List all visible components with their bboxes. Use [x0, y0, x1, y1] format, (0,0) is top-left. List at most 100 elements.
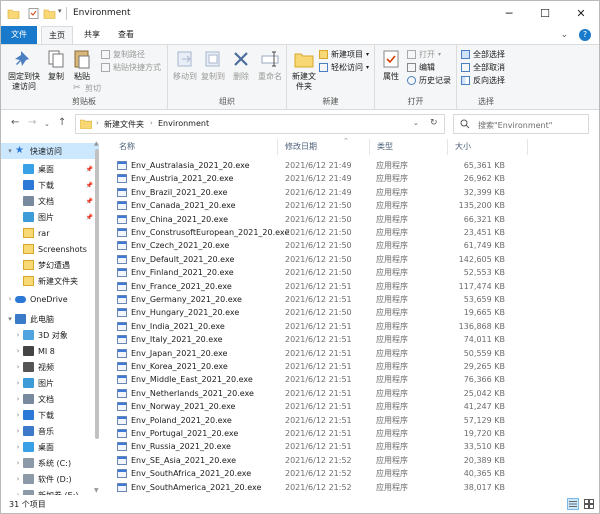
- file-row[interactable]: Env_SouthAfrica_2021_20.exe 2021/6/12 21:…: [113, 467, 589, 480]
- nav-item[interactable]: › 桌面: [1, 439, 99, 455]
- address-dropdown-icon[interactable]: ⌄: [413, 119, 419, 127]
- nav-item[interactable]: 桌面 📌: [1, 161, 99, 177]
- column-header-name[interactable]: 名称: [119, 139, 135, 155]
- file-row[interactable]: Env_Poland_2021_20.exe 2021/6/12 21:51 应用程…: [113, 414, 589, 427]
- nav-item[interactable]: › 下载: [1, 407, 99, 423]
- nav-item[interactable]: 下载 📌: [1, 177, 99, 193]
- quick-access-dropdown-icon[interactable]: ▾: [58, 7, 62, 15]
- scroll-down-icon[interactable]: ▼: [94, 487, 99, 494]
- open-button[interactable]: 打开 ▾: [407, 49, 441, 60]
- column-header-date[interactable]: 修改日期: [285, 139, 317, 155]
- nav-item[interactable]: 梦幻遭遇: [1, 257, 99, 273]
- chevron-right-icon[interactable]: ›: [13, 363, 23, 371]
- nav-item[interactable]: Screenshots: [1, 241, 99, 257]
- file-row[interactable]: Env_India_2021_20.exe 2021/6/12 21:51 应用程序…: [113, 320, 589, 333]
- file-row[interactable]: Env_ConstrusoftEuropean_2021_20.exe 2021/…: [113, 226, 589, 239]
- file-row[interactable]: Env_Finland_2021_20.exe 2021/6/12 21:50 应用…: [113, 266, 589, 279]
- move-to-button[interactable]: 移动到: [172, 48, 198, 82]
- file-row[interactable]: Env_Netherlands_2021_20.exe 2021/6/12 21:…: [113, 387, 589, 400]
- chevron-right-icon[interactable]: ›: [13, 395, 23, 403]
- nav-item[interactable]: › 软件 (D:): [1, 471, 99, 487]
- properties-button[interactable]: 属性: [379, 48, 403, 82]
- chevron-right-icon[interactable]: ›: [13, 347, 23, 355]
- chevron-right-icon[interactable]: ›: [13, 427, 23, 435]
- file-row[interactable]: Env_Canada_2021_20.exe 2021/6/12 21:50 应用程…: [113, 199, 589, 212]
- tab-view[interactable]: 查看: [111, 26, 141, 44]
- paste-shortcut-button[interactable]: 粘贴快捷方式: [101, 62, 161, 73]
- file-row[interactable]: Env_Portugal_2021_20.exe 2021/6/12 21:51 应…: [113, 427, 589, 440]
- select-none-button[interactable]: 全部取消: [461, 62, 505, 73]
- nav-item[interactable]: ▾ 此电脑: [1, 311, 99, 327]
- nav-scrollbar[interactable]: ▲ ▼: [93, 139, 101, 495]
- file-row[interactable]: Env_Korea_2021_20.exe 2021/6/12 21:51 应用程序…: [113, 360, 589, 373]
- file-row[interactable]: Env_Germany_2021_20.exe 2021/6/12 21:51 应用…: [113, 293, 589, 306]
- chevron-right-icon[interactable]: ›: [13, 475, 23, 483]
- breadcrumb-item[interactable]: Environment: [158, 119, 209, 128]
- tab-home[interactable]: 主页: [41, 26, 73, 45]
- file-row[interactable]: Env_Hungary_2021_20.exe 2021/6/12 21:50 应用…: [113, 306, 589, 319]
- cut-button[interactable]: ✂ 剪切: [73, 83, 101, 94]
- refresh-icon[interactable]: ↻: [430, 118, 438, 128]
- file-row[interactable]: Env_Default_2021_20.exe 2021/6/12 21:50 应用…: [113, 253, 589, 266]
- search-input[interactable]: 搜索"Environment": [453, 114, 589, 134]
- pin-icon[interactable]: 📌: [86, 214, 93, 221]
- chevron-right-icon[interactable]: ›: [13, 443, 23, 451]
- nav-item[interactable]: 图片 📌: [1, 209, 99, 225]
- column-header-type[interactable]: 类型: [377, 139, 393, 155]
- chevron-down-icon[interactable]: ▾: [5, 315, 15, 323]
- pin-quick-access-button[interactable]: 固定到快速访问: [5, 48, 43, 92]
- breadcrumb-item[interactable]: 新建文件夹: [104, 119, 144, 130]
- collapse-ribbon-icon[interactable]: ⌄: [561, 30, 569, 40]
- scroll-up-icon[interactable]: ▲: [94, 140, 99, 147]
- properties-quick-icon[interactable]: [27, 7, 40, 20]
- column-divider[interactable]: [277, 139, 278, 155]
- nav-item[interactable]: › 音乐: [1, 423, 99, 439]
- file-row[interactable]: Env_Norway_2021_20.exe 2021/6/12 21:51 应用程…: [113, 400, 589, 413]
- file-row[interactable]: Env_Australasia_2021_20.exe 2021/6/12 21:…: [113, 159, 589, 172]
- column-divider[interactable]: [369, 139, 370, 155]
- chevron-right-icon[interactable]: ›: [13, 379, 23, 387]
- easy-access-button[interactable]: 轻松访问 ▾: [319, 62, 369, 73]
- file-row[interactable]: Env_SouthAmerica_2021_20.exe 2021/6/12 21…: [113, 481, 589, 494]
- nav-item[interactable]: › MI 8: [1, 343, 99, 359]
- up-button[interactable]: ↑: [58, 117, 66, 128]
- select-all-button[interactable]: 全部选择: [461, 49, 505, 60]
- chevron-down-icon[interactable]: ▾: [5, 147, 15, 155]
- file-row[interactable]: Env_Czech_2021_20.exe 2021/6/12 21:50 应用程序…: [113, 239, 589, 252]
- file-row[interactable]: Env_Austria_2021_20.exe 2021/6/12 21:49 应用…: [113, 172, 589, 185]
- file-row[interactable]: Env_Middle_East_2021_20.exe 2021/6/12 21:…: [113, 373, 589, 386]
- copy-path-button[interactable]: 复制路径: [101, 49, 145, 60]
- file-row[interactable]: Env_SE_Asia_2021_20.exe 2021/6/12 21:52 应用…: [113, 454, 589, 467]
- nav-item[interactable]: › 图片: [1, 375, 99, 391]
- chevron-right-icon[interactable]: ›: [13, 331, 23, 339]
- pin-icon[interactable]: 📌: [86, 182, 93, 189]
- nav-item[interactable]: › 视频: [1, 359, 99, 375]
- nav-item[interactable]: rar: [1, 225, 99, 241]
- pin-icon[interactable]: 📌: [86, 198, 93, 205]
- maximize-button[interactable]: ☐: [527, 1, 563, 26]
- nav-item[interactable]: ▾ ★ 快速访问: [1, 143, 99, 159]
- nav-item[interactable]: › 系统 (C:): [1, 455, 99, 471]
- forward-button[interactable]: →: [28, 117, 36, 128]
- column-divider[interactable]: [527, 139, 528, 155]
- rename-button[interactable]: 重命名: [256, 48, 284, 82]
- recent-locations-button[interactable]: ⌄: [44, 120, 50, 128]
- nav-scroll-thumb[interactable]: [95, 149, 99, 439]
- close-button[interactable]: ✕: [563, 1, 599, 26]
- column-divider[interactable]: [447, 139, 448, 155]
- back-button[interactable]: ←: [11, 117, 19, 128]
- delete-button[interactable]: 删除: [230, 48, 252, 82]
- new-item-button[interactable]: 新建项目 ▾: [319, 49, 369, 60]
- history-button[interactable]: 历史记录: [407, 75, 451, 86]
- column-header-size[interactable]: 大小: [455, 139, 471, 155]
- tab-share[interactable]: 共享: [77, 26, 107, 44]
- nav-item[interactable]: 文档 📌: [1, 193, 99, 209]
- file-row[interactable]: Env_Japan_2021_20.exe 2021/6/12 21:51 应用程序…: [113, 347, 589, 360]
- nav-item[interactable]: › 文档: [1, 391, 99, 407]
- new-folder-button[interactable]: 新建文件夹: [291, 48, 317, 92]
- copy-to-button[interactable]: 复制到: [200, 48, 226, 82]
- paste-button[interactable]: 粘贴: [69, 48, 95, 82]
- copy-button[interactable]: 复制: [45, 48, 67, 82]
- file-row[interactable]: Env_Russia_2021_20.exe 2021/6/12 21:51 应用程…: [113, 440, 589, 453]
- tab-file[interactable]: 文件: [1, 26, 37, 44]
